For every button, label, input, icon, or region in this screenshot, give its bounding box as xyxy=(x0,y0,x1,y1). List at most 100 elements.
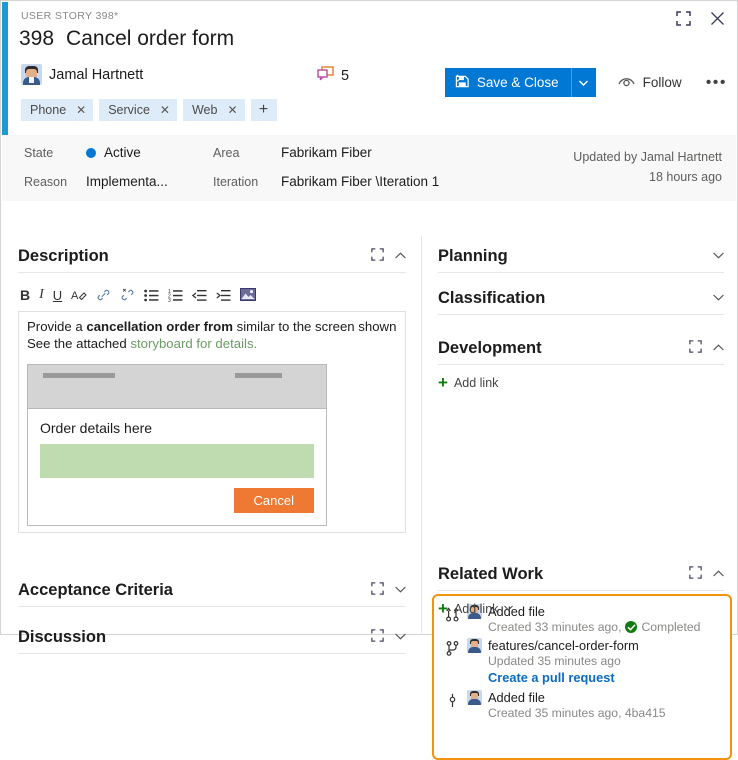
remove-tag-icon[interactable]: ✕ xyxy=(227,104,237,116)
description-paragraph-2: See the attached storyboard for details. xyxy=(27,335,397,352)
follow-button[interactable]: Follow xyxy=(618,75,682,90)
work-item-type-label: USER STORY 398* xyxy=(21,10,118,22)
discussion-title: Discussion xyxy=(18,628,106,647)
discussion-header[interactable]: Discussion xyxy=(18,628,406,654)
expand-icon[interactable] xyxy=(371,629,384,647)
reason-field[interactable]: Reason Implementa... xyxy=(24,174,168,189)
development-link-item[interactable]: features/cancel-order-form Updated 35 mi… xyxy=(444,638,720,687)
clear-format-icon[interactable]: A xyxy=(71,287,87,303)
related-work-title: Related Work xyxy=(438,565,543,584)
acceptance-criteria-actions xyxy=(371,582,406,600)
development-link-item[interactable]: Added file Created 35 minutes ago, 4ba41… xyxy=(444,690,720,721)
development-section: Development + Add link xyxy=(438,339,724,391)
area-label: Area xyxy=(213,146,281,160)
window-controls xyxy=(673,8,727,28)
state-dot-icon xyxy=(86,148,96,158)
discussion-count[interactable]: 5 xyxy=(317,66,349,86)
underline-icon[interactable]: U xyxy=(53,287,62,303)
decrease-indent-icon[interactable] xyxy=(192,287,207,303)
description-editor[interactable]: Provide a cancellation order from simila… xyxy=(18,311,406,533)
tag-chip[interactable]: Service ✕ xyxy=(99,99,177,121)
chevron-down-icon[interactable] xyxy=(504,603,513,614)
image-icon[interactable] xyxy=(240,287,256,303)
updated-info: Updated by Jamal Hartnett 18 hours ago xyxy=(573,147,722,187)
development-add-link-label: Add link xyxy=(454,376,498,390)
description-text-line2: See the attached xyxy=(27,336,130,351)
discussion-section: Discussion xyxy=(18,628,406,654)
field-strip: State Active Reason Implementa... Area F… xyxy=(2,135,736,202)
mock-field-title: Order details here xyxy=(40,420,314,436)
related-work-add-link-button[interactable]: + Add link xyxy=(438,600,724,617)
mock-button-row: Cancel xyxy=(40,488,314,513)
development-title: Development xyxy=(438,339,542,358)
acceptance-criteria-header[interactable]: Acceptance Criteria xyxy=(18,581,406,607)
tag-chip[interactable]: Web ✕ xyxy=(183,99,245,121)
mock-input-field xyxy=(40,444,314,478)
iteration-value: Fabrikam Fiber \Iteration 1 xyxy=(281,174,439,189)
planning-header[interactable]: Planning xyxy=(438,247,724,273)
work-item-id: 398 xyxy=(19,27,54,51)
add-tag-button[interactable]: + xyxy=(251,99,277,121)
updated-when: 18 hours ago xyxy=(573,167,722,187)
development-header[interactable]: Development xyxy=(438,339,724,365)
collapse-chevron-down-icon[interactable] xyxy=(395,585,406,596)
remove-tag-icon[interactable]: ✕ xyxy=(76,104,86,116)
follow-icon xyxy=(618,75,635,90)
increase-indent-icon[interactable] xyxy=(216,287,231,303)
description-text-mid: similar to the screen shown xyxy=(233,319,396,334)
storyboard-link[interactable]: storyboard for details. xyxy=(130,336,257,351)
development-add-link-button[interactable]: + Add link xyxy=(438,374,724,391)
expand-icon[interactable] xyxy=(689,566,702,584)
close-icon[interactable] xyxy=(707,8,727,28)
collapse-chevron-up-icon[interactable] xyxy=(713,343,724,354)
area-field[interactable]: Area Fabrikam Fiber xyxy=(213,145,372,160)
discussion-actions xyxy=(371,629,406,647)
italic-icon[interactable]: I xyxy=(39,287,44,303)
planning-title: Planning xyxy=(438,247,508,266)
reason-label: Reason xyxy=(24,175,86,189)
save-and-close-button[interactable]: Save & Close xyxy=(445,68,571,97)
more-actions-button[interactable]: ••• xyxy=(706,75,727,91)
description-section: Description B I xyxy=(18,247,406,533)
expand-icon[interactable] xyxy=(689,340,702,358)
collapse-chevron-down-icon[interactable] xyxy=(713,251,724,262)
collapse-chevron-down-icon[interactable] xyxy=(713,293,724,304)
mock-cancel-button: Cancel xyxy=(234,488,314,513)
save-icon xyxy=(455,74,470,92)
tags-row: Phone ✕ Service ✕ Web ✕ + xyxy=(21,99,277,121)
classification-section: Classification xyxy=(438,289,724,315)
create-pull-request-link[interactable]: Create a pull request xyxy=(488,670,615,685)
related-work-add-link-label: Add link xyxy=(454,602,498,616)
commit-icon xyxy=(444,690,460,721)
state-field[interactable]: State Active xyxy=(24,145,141,160)
related-work-section: Related Work + Add link xyxy=(438,565,724,617)
tag-label: Web xyxy=(192,103,217,117)
collapse-chevron-up-icon[interactable] xyxy=(713,569,724,580)
assigned-to[interactable]: Jamal Hartnett xyxy=(21,64,143,85)
expand-icon[interactable] xyxy=(371,248,384,266)
embedded-storyboard-image: Order details here Cancel xyxy=(27,364,327,526)
unlink-icon[interactable] xyxy=(120,287,135,303)
comment-icon xyxy=(317,66,334,86)
updated-by: Updated by Jamal Hartnett xyxy=(573,147,722,167)
expand-icon[interactable] xyxy=(371,582,384,600)
collapse-chevron-up-icon[interactable] xyxy=(395,251,406,262)
collapse-chevron-down-icon[interactable] xyxy=(395,632,406,643)
iteration-field[interactable]: Iteration Fabrikam Fiber \Iteration 1 xyxy=(213,174,439,189)
classification-header[interactable]: Classification xyxy=(438,289,724,315)
bullet-list-icon[interactable] xyxy=(144,287,159,303)
link-icon[interactable] xyxy=(96,287,111,303)
description-paragraph: Provide a cancellation order from simila… xyxy=(27,318,397,335)
numbered-list-icon[interactable]: 1 2 3 xyxy=(168,287,183,303)
save-options-dropdown[interactable] xyxy=(571,68,596,97)
related-work-header[interactable]: Related Work xyxy=(438,565,724,591)
bold-icon[interactable]: B xyxy=(20,287,30,303)
maximize-icon[interactable] xyxy=(673,8,693,28)
area-value: Fabrikam Fiber xyxy=(281,145,372,160)
svg-text:A: A xyxy=(71,290,79,302)
work-item-title[interactable]: Cancel order form xyxy=(66,27,234,51)
remove-tag-icon[interactable]: ✕ xyxy=(160,104,170,116)
tag-chip[interactable]: Phone ✕ xyxy=(21,99,93,121)
planning-section: Planning xyxy=(438,247,724,273)
branch-icon xyxy=(444,638,460,687)
